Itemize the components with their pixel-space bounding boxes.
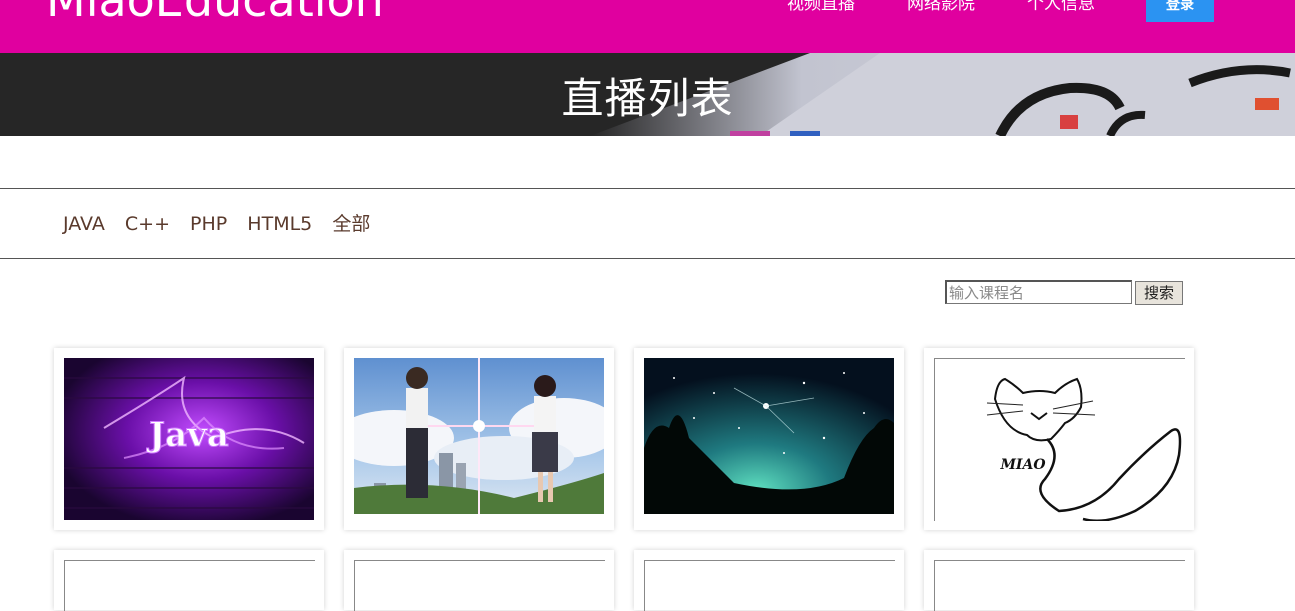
nav-link-online-cinema[interactable]: 网络影院 <box>907 0 975 16</box>
page-banner: 直播列表 <box>0 53 1295 136</box>
category-all[interactable]: 全部 <box>332 210 370 238</box>
course-card[interactable] <box>634 348 904 530</box>
course-thumbnail-placeholder <box>64 560 315 611</box>
course-card[interactable] <box>924 550 1194 611</box>
category-html5[interactable]: HTML5 <box>247 210 312 238</box>
divider-top <box>0 188 1295 189</box>
course-thumbnail-placeholder <box>644 560 895 611</box>
course-card[interactable] <box>634 550 904 611</box>
course-card[interactable] <box>344 550 614 611</box>
category-java[interactable]: JAVA <box>63 210 105 238</box>
course-thumbnail-miao-logo: MIAO <box>934 358 1185 521</box>
top-navbar: MiaoEducation 视频直播 网络影院 个人信息 登录 <box>0 0 1295 53</box>
course-card[interactable] <box>54 550 324 611</box>
course-card[interactable] <box>344 348 614 530</box>
banner-title: 直播列表 <box>561 74 734 123</box>
course-thumbnail-java: Java <box>64 358 314 520</box>
course-search-input[interactable] <box>945 280 1132 304</box>
java-logo-text: Java <box>146 415 229 455</box>
brand-logo-text[interactable]: MiaoEducation <box>46 0 384 28</box>
course-thumbnail-placeholder <box>354 560 605 611</box>
nav-link-profile[interactable]: 个人信息 <box>1027 0 1095 16</box>
course-thumbnail-placeholder <box>934 560 1185 611</box>
course-thumbnail-starry-sky <box>644 358 894 514</box>
login-button[interactable]: 登录 <box>1146 0 1214 22</box>
category-php[interactable]: PHP <box>190 210 227 238</box>
category-cpp[interactable]: C++ <box>125 210 170 238</box>
course-card[interactable]: MIAO <box>924 348 1194 530</box>
course-thumbnail-anime <box>354 358 604 514</box>
category-filter: JAVA C++ PHP HTML5 全部 <box>63 210 384 238</box>
miao-logo-text: MIAO <box>999 457 1046 473</box>
divider-bottom <box>0 258 1295 259</box>
course-card[interactable]: Java <box>54 348 324 530</box>
search-button[interactable]: 搜索 <box>1135 281 1183 305</box>
nav-link-live-video[interactable]: 视频直播 <box>787 0 855 16</box>
